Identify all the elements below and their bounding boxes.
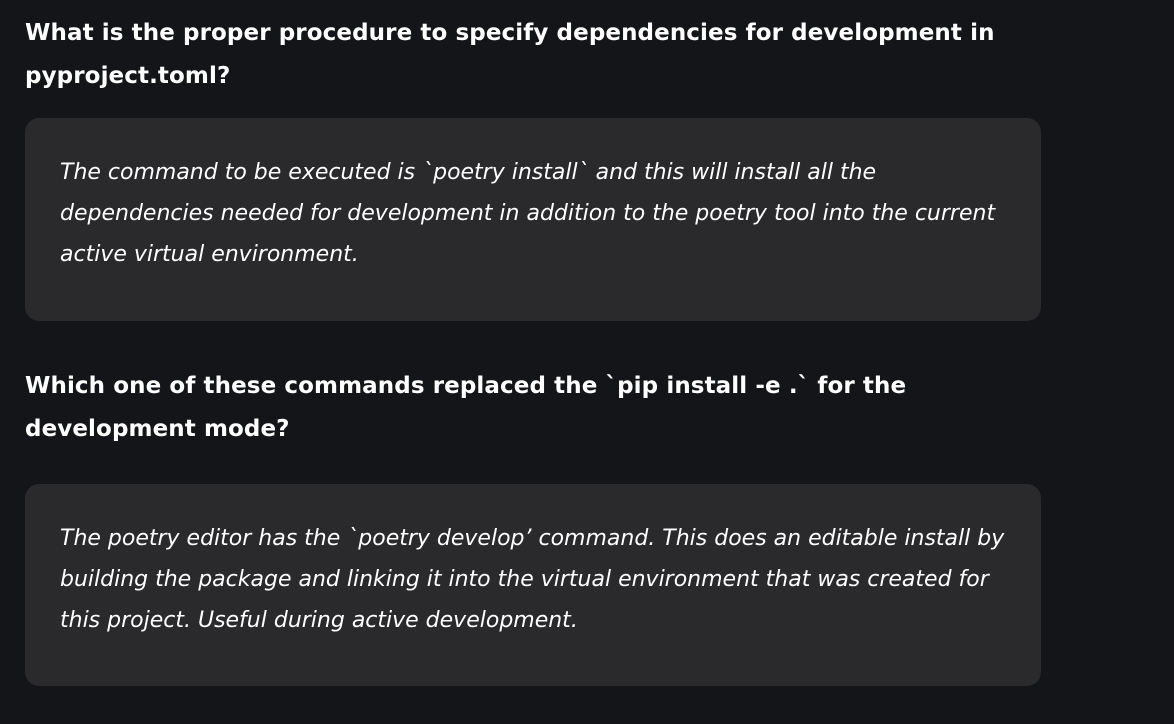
answer-text: The command to be executed is `poetry in… [60,160,996,267]
page: What is the proper procedure to specify … [0,0,1174,724]
answer-card: The poetry editor has the `poetry develo… [25,484,1041,686]
answer-text: The poetry editor has the `poetry develo… [60,526,1005,633]
qa-item: What is the proper procedure to specify … [25,12,1041,321]
answer-card: The command to be executed is `poetry in… [25,118,1041,321]
question-heading: What is the proper procedure to specify … [25,20,995,89]
question-heading: Which one of these commands replaced the… [25,373,907,442]
qa-item: Which one of these commands replaced the… [25,365,1041,686]
